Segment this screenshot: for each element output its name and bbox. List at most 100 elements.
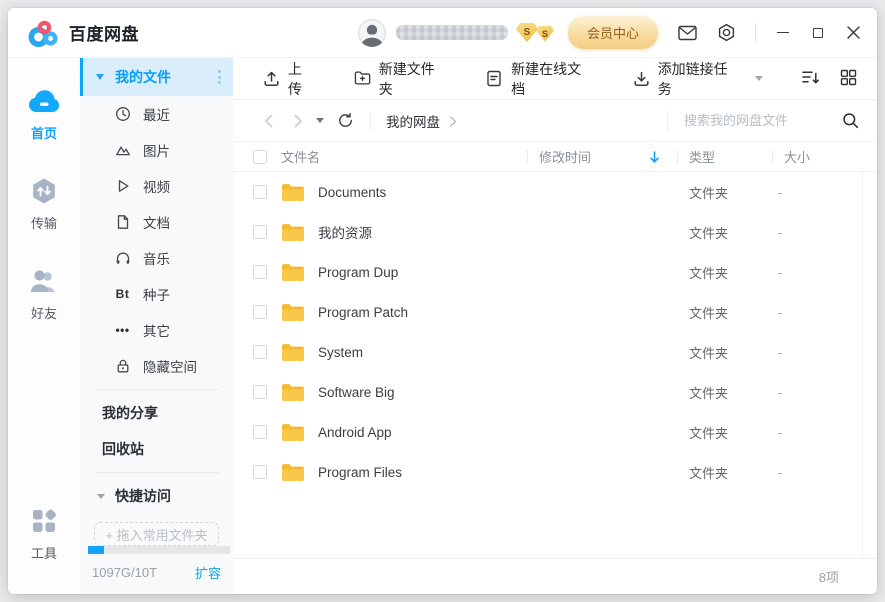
storage-usage-label: 1097G/10T — [92, 565, 157, 580]
sidebar-item-recycle-bin[interactable]: 回收站 — [80, 431, 233, 467]
sidebar-item-label: 隐藏空间 — [143, 356, 197, 376]
table-row[interactable]: System 文件夹 - — [233, 332, 877, 372]
row-checkbox[interactable] — [253, 185, 267, 199]
table-header: 文件名 修改时间 类型 大小 — [233, 142, 877, 172]
forward-button[interactable] — [289, 112, 307, 130]
file-type: 文件夹 — [677, 223, 772, 242]
sidebar-item-pictures[interactable]: 图片 — [80, 132, 233, 168]
row-checkbox[interactable] — [253, 225, 267, 239]
folder-icon — [281, 463, 305, 482]
rail-item-transfer[interactable]: 传输 — [8, 166, 80, 242]
sidebar-item-label: 快捷访问 — [115, 486, 171, 506]
sidebar-item-torrents[interactable]: Bt 种子 — [80, 276, 233, 312]
divider — [370, 112, 371, 130]
file-type: 文件夹 — [677, 343, 772, 362]
maximize-button[interactable] — [810, 25, 826, 41]
row-checkbox[interactable] — [253, 385, 267, 399]
row-checkbox[interactable] — [253, 305, 267, 319]
row-checkbox[interactable] — [253, 345, 267, 359]
ellipsis-icon: ••• — [114, 322, 131, 339]
bt-icon: Bt — [114, 286, 131, 303]
new-folder-icon — [354, 70, 371, 87]
online-doc-icon — [486, 70, 503, 87]
row-checkbox[interactable] — [253, 465, 267, 479]
rail-item-friends[interactable]: 好友 — [8, 256, 80, 332]
table-row[interactable]: Software Big 文件夹 - — [233, 372, 877, 412]
sort-desc-icon — [649, 151, 661, 163]
table-row[interactable]: Program Dup 文件夹 - — [233, 252, 877, 292]
file-name: System — [318, 345, 363, 360]
upload-icon — [263, 70, 280, 87]
sidebar-item-documents[interactable]: 文档 — [80, 204, 233, 240]
app-window: 百度网盘 S S 会员中心 — [8, 8, 877, 594]
item-count: 8项 — [819, 567, 839, 586]
expand-storage-link[interactable]: 扩容 — [195, 563, 221, 582]
sidebar-item-music[interactable]: 音乐 — [80, 240, 233, 276]
new-online-doc-button[interactable]: 新建在线文档 — [486, 59, 594, 99]
tools-grid-icon — [27, 506, 61, 536]
sidebar-item-other[interactable]: ••• 其它 — [80, 312, 233, 348]
grid-view-icon[interactable] — [840, 69, 859, 88]
app-logo-icon — [26, 18, 59, 48]
sidebar-item-label: 视频 — [143, 176, 170, 196]
divider — [94, 389, 219, 390]
mail-icon[interactable] — [677, 23, 697, 43]
minimize-button[interactable] — [775, 25, 791, 41]
sidebar-item-my-share[interactable]: 我的分享 — [80, 395, 233, 431]
rail-item-tools[interactable]: 工具 — [8, 496, 80, 572]
table-row[interactable]: Android App 文件夹 - — [233, 412, 877, 452]
close-button[interactable] — [845, 25, 861, 41]
breadcrumb-root[interactable]: 我的网盘 — [386, 111, 440, 131]
file-type: 文件夹 — [677, 263, 772, 282]
member-center-button[interactable]: 会员中心 — [568, 16, 658, 49]
storage-block: 1097G/10T 扩容 — [80, 546, 233, 594]
sidebar-item-my-files[interactable]: 我的文件 — [80, 58, 233, 96]
file-name: Software Big — [318, 385, 395, 400]
brand: 百度网盘 — [26, 18, 139, 48]
sidebar-item-recent[interactable]: 最近 — [80, 96, 233, 132]
table-row[interactable]: Program Files 文件夹 - — [233, 452, 877, 492]
file-size: - — [772, 385, 877, 400]
file-size: - — [772, 265, 877, 280]
add-link-task-button[interactable]: 添加链接任务 — [633, 59, 763, 99]
titlebar: 百度网盘 S S 会员中心 — [8, 8, 877, 58]
row-checkbox[interactable] — [253, 425, 267, 439]
select-all-checkbox[interactable] — [253, 150, 267, 164]
chevron-down-icon — [755, 76, 763, 81]
sidebar-item-videos[interactable]: 视频 — [80, 168, 233, 204]
app-title: 百度网盘 — [69, 20, 139, 45]
table-row[interactable]: Program Patch 文件夹 - — [233, 292, 877, 332]
file-name: Program Files — [318, 465, 402, 480]
table-row[interactable]: Documents 文件夹 - — [233, 172, 877, 212]
new-folder-button[interactable]: 新建文件夹 — [354, 59, 449, 99]
breadcrumb: 我的网盘 — [386, 111, 459, 131]
refresh-icon[interactable] — [337, 112, 355, 130]
folder-drop-zone[interactable]: + 拖入常用文件夹 — [94, 522, 219, 546]
user-avatar[interactable] — [357, 18, 387, 48]
folder-icon — [281, 383, 305, 402]
headphones-icon — [114, 250, 131, 267]
back-button[interactable] — [259, 112, 277, 130]
sidebar-item-label: 其它 — [143, 320, 170, 340]
row-checkbox[interactable] — [253, 265, 267, 279]
rail-item-home[interactable]: 首页 — [8, 76, 80, 152]
sidebar-item-quick-access[interactable]: 快捷访问 — [80, 478, 233, 514]
search-input[interactable] — [684, 113, 836, 128]
file-list: Documents 文件夹 - 我的资源 文件夹 - Program Dup — [233, 172, 877, 558]
rail-item-label: 工具 — [31, 543, 57, 562]
settings-gear-icon[interactable] — [716, 23, 736, 43]
folder-icon — [281, 183, 305, 202]
more-options-icon[interactable] — [218, 70, 221, 84]
search-icon[interactable] — [842, 112, 859, 129]
history-dropdown-icon[interactable] — [316, 118, 324, 123]
file-type: 文件夹 — [677, 463, 772, 482]
table-row[interactable]: 我的资源 文件夹 - — [233, 212, 877, 252]
sort-icon[interactable] — [801, 69, 820, 88]
sidebar-item-label: 最近 — [143, 104, 170, 124]
chevron-down-icon — [96, 74, 104, 80]
sidebar-item-hidden-space[interactable]: 隐藏空间 — [80, 348, 233, 384]
document-icon — [114, 214, 131, 231]
upload-button[interactable]: 上传 — [263, 59, 316, 99]
column-header-modified[interactable]: 修改时间 — [527, 142, 677, 171]
folder-icon — [281, 303, 305, 322]
